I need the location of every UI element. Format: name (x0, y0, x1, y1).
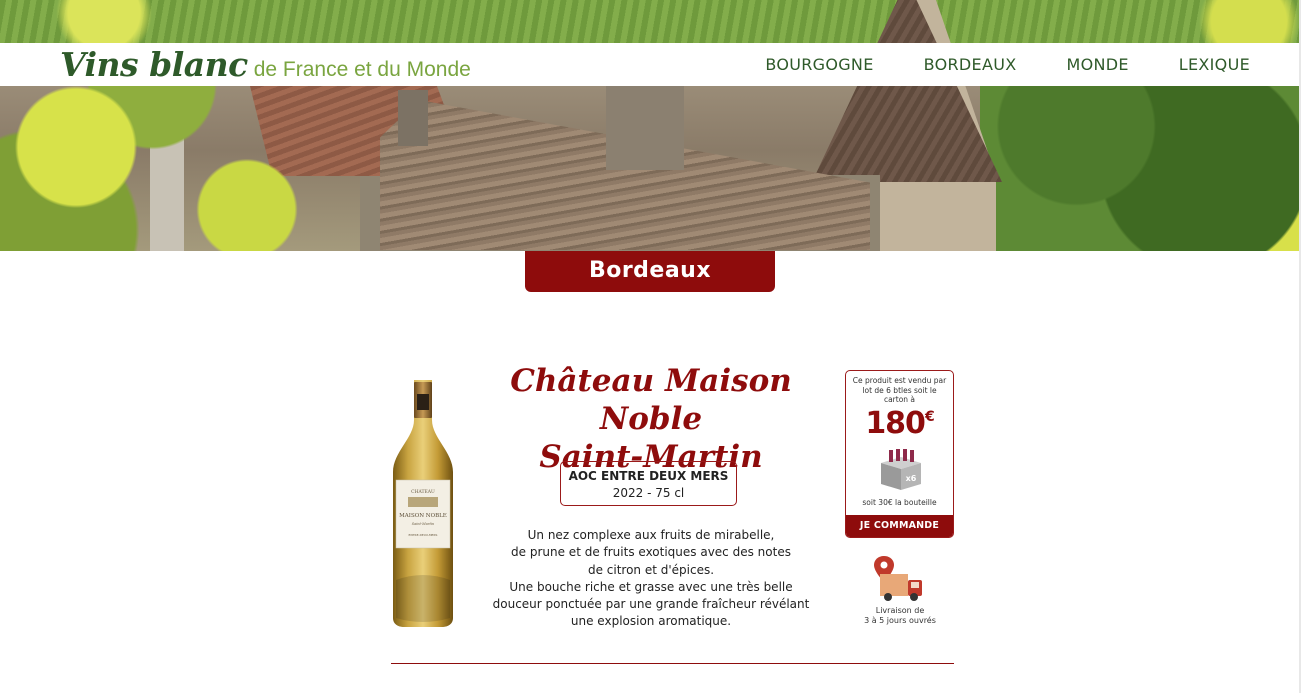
main-nav: BOURGOGNE BORDEAUX MONDE LEXIQUE (765, 55, 1250, 74)
delivery-line1: Livraison de (875, 606, 925, 615)
description-line: Un nez complexe aux fruits de mirabelle, (527, 528, 775, 542)
delivery-info: Livraison de 3 à 5 jours ouvrés (855, 606, 945, 626)
logo-subtitle: de France et du Monde (253, 58, 471, 81)
chimney (606, 84, 684, 170)
price-currency: € (924, 408, 935, 425)
price-per-bottle: soit 30€ la bouteille (862, 498, 937, 507)
price-amount: 180 (865, 405, 926, 441)
hero-banner-image (0, 0, 1301, 251)
region-title-badge: Bordeaux (525, 251, 775, 292)
section-divider (391, 663, 954, 664)
nav-item-monde[interactable]: MONDE (1066, 55, 1128, 74)
appellation-name: AOC ENTRE DEUX MERS (568, 469, 729, 483)
product-title: Château Maison Noble Saint-Martin (470, 362, 832, 476)
product-title-line1: Château Maison Noble (510, 363, 792, 437)
delivery-line2: 3 à 5 jours ouvrés (864, 616, 936, 625)
description-line: de citron et d'épices. (587, 562, 715, 577)
wine-carton-icon: x6 (881, 449, 921, 490)
site-logo[interactable]: Vins blanc de France et du Monde (60, 45, 471, 84)
wine-bottle-image: CHATEAU MAISON NOBLE Saint-Martin ENTRE-… (393, 380, 453, 627)
nav-item-bordeaux[interactable]: BORDEAUX (924, 55, 1017, 74)
vintage-volume: 2022 - 75 cl (612, 486, 685, 500)
nav-item-lexique[interactable]: LEXIQUE (1179, 55, 1250, 74)
description-line: douceur ponctuée par une grande fraîcheu… (492, 597, 810, 612)
price-intro-text: Ce produit est vendu par lot de 6 btles … (852, 376, 947, 404)
appellation-box: AOC ENTRE DEUX MERS 2022 - 75 cl (560, 461, 737, 506)
order-button[interactable]: JE COMMANDE (846, 515, 953, 537)
description-line: Une bouche riche et grasse avec une très… (509, 579, 793, 594)
foliage-top (0, 0, 1301, 43)
description-line: une explosion aromatique. (570, 614, 732, 629)
logo-main-text: Vins blanc (60, 45, 248, 84)
nav-item-bourgogne[interactable]: BOURGOGNE (765, 55, 873, 74)
bottle-label-chateau: CHATEAU (411, 489, 435, 495)
product-description: Un nez complexe aux fruits de mirabelle,… (470, 527, 832, 631)
price-value: 180€ (846, 405, 953, 441)
chimney-small (398, 90, 428, 146)
bottle-label-name: MAISON NOBLE (399, 513, 447, 519)
bottle-label-sub: Saint-Martin (412, 522, 435, 526)
delivery-truck-icon (874, 556, 922, 601)
price-card: Ce produit est vendu par lot de 6 btles … (845, 370, 954, 538)
bottle-label-appellation: ENTRE-DEUX-MERS (409, 533, 438, 537)
description-line: de prune et de fruits exotiques avec des… (511, 545, 791, 560)
carton-count: x6 (906, 474, 917, 483)
site-header: Vins blanc de France et du Monde BOURGOGN… (0, 43, 1301, 86)
